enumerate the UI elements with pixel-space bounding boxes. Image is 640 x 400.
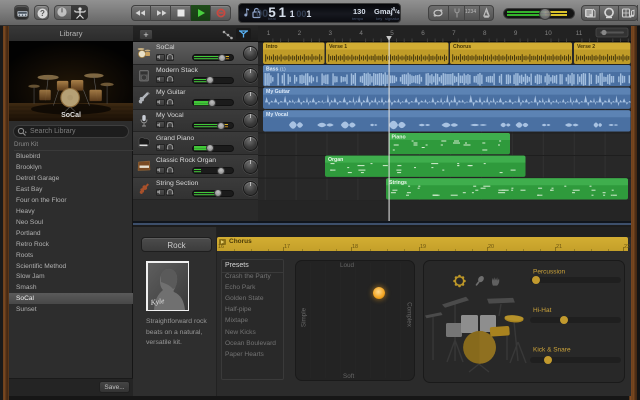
svg-text:9: 9 xyxy=(514,30,518,37)
svg-text:?: ? xyxy=(40,9,45,18)
svg-text:My Guitar: My Guitar xyxy=(266,89,290,95)
svg-text:Hi-Hat: Hi-Hat xyxy=(533,307,552,314)
svg-text:5: 5 xyxy=(390,30,394,37)
svg-text:8: 8 xyxy=(483,30,487,37)
svg-text:Intro: Intro xyxy=(266,44,278,50)
svg-text:Piano: Piano xyxy=(392,135,406,141)
svg-text:4: 4 xyxy=(359,30,363,37)
svg-text:2: 2 xyxy=(298,30,302,37)
svg-text:11: 11 xyxy=(576,30,583,37)
svg-text:My Vocal: My Vocal xyxy=(266,112,289,118)
svg-text:6: 6 xyxy=(421,30,425,37)
svg-text:10: 10 xyxy=(545,30,553,37)
svg-text:Verse 2: Verse 2 xyxy=(577,44,595,50)
svg-text:7: 7 xyxy=(452,30,456,37)
svg-text:Bass: Bass xyxy=(266,67,279,73)
svg-text:Organ: Organ xyxy=(328,157,343,163)
svg-text:Percussion: Percussion xyxy=(533,269,566,276)
svg-text:3: 3 xyxy=(329,30,333,37)
svg-text:Kick & Snare: Kick & Snare xyxy=(533,347,571,354)
svg-text:Strings: Strings xyxy=(389,180,407,186)
svg-text:1: 1 xyxy=(267,30,271,37)
svg-text:Verse 1: Verse 1 xyxy=(329,44,347,50)
svg-text:Chorus: Chorus xyxy=(453,44,471,50)
svg-text:(1): (1) xyxy=(280,67,286,72)
